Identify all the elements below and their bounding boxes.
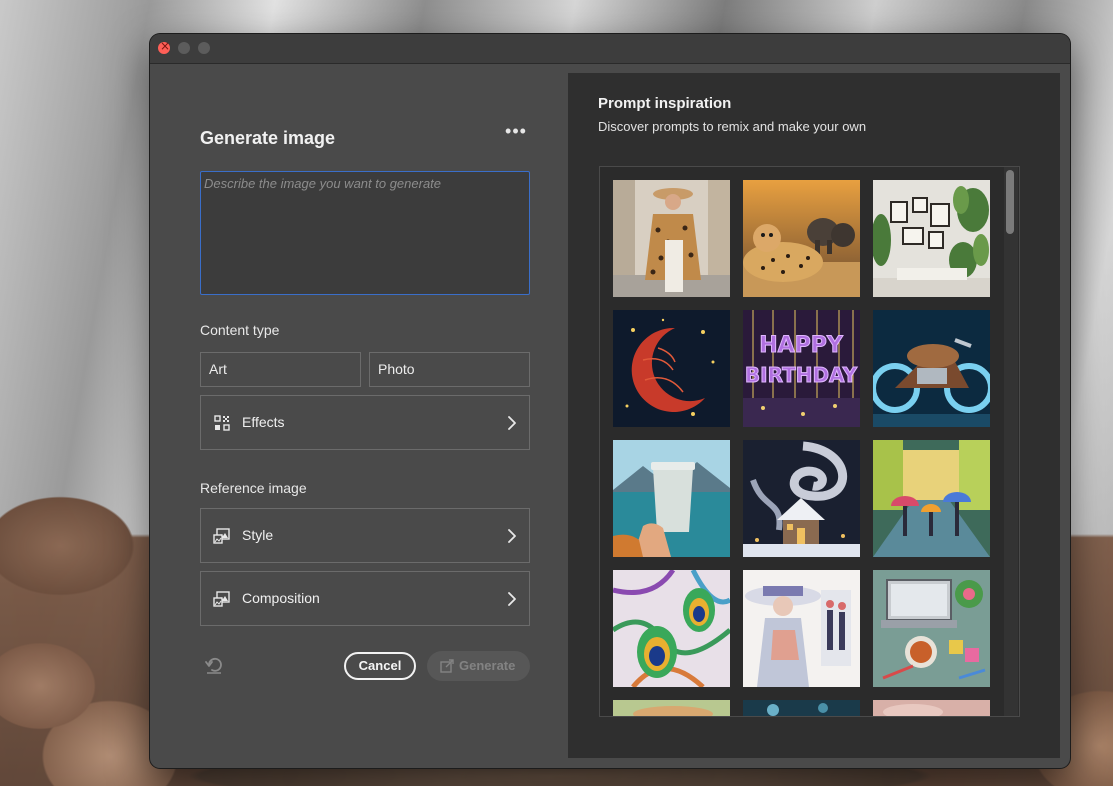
generate-icon (440, 659, 454, 673)
composition-label: Composition (242, 590, 320, 606)
close-window-button[interactable] (158, 39, 170, 54)
cancel-button[interactable]: Cancel (344, 652, 416, 680)
svg-text:BIRTHDAY: BIRTHDAY (745, 363, 858, 387)
effects-icon (214, 415, 230, 431)
thumbnail-happy-birthday-balloons[interactable]: HAPPY BIRTHDAY (743, 310, 860, 427)
prompt-input[interactable] (200, 171, 530, 295)
thumbnail-cheetah-elephants[interactable] (743, 180, 860, 297)
image-reference-icon (213, 528, 230, 544)
thumbnail-partial-row-3[interactable] (873, 700, 990, 716)
image-reference-icon (213, 591, 230, 607)
thumbnail-coffee-cup-lake[interactable] (613, 440, 730, 557)
chevron-right-icon (508, 416, 516, 430)
thumbnail-rainy-street-umbrellas[interactable] (873, 440, 990, 557)
generate-button[interactable]: Generate (427, 651, 530, 681)
more-options-button[interactable]: ••• (505, 122, 527, 146)
prompt-inspiration-panel: Prompt inspiration Discover prompts to r… (568, 73, 1060, 758)
content-type-photo-option[interactable]: Photo (369, 352, 530, 387)
generate-label: Generate (459, 658, 516, 673)
style-label: Style (242, 527, 274, 543)
chevron-right-icon (508, 529, 516, 543)
panel-title: Generate image (200, 128, 336, 148)
thumbnail-neon-motorcycle[interactable] (873, 310, 990, 427)
style-reference-button[interactable]: Style (200, 508, 530, 563)
thumbnail-gallery-wall-plants[interactable] (873, 180, 990, 297)
maximize-window-button[interactable] (198, 42, 210, 54)
thumbnail-watercolor-fashion[interactable] (743, 570, 860, 687)
generate-panel: Generate image ••• Content type Art Phot… (150, 64, 568, 768)
thumbnail-snowy-cottage-swirl[interactable] (743, 440, 860, 557)
minimize-window-button[interactable] (178, 42, 190, 54)
inspiration-title: Prompt inspiration (598, 95, 732, 112)
thumbnail-peacock-feathers[interactable] (613, 570, 730, 687)
gallery-scroll-thumb[interactable] (1006, 170, 1014, 234)
thumbnail-laptop-desk-tea[interactable] (873, 570, 990, 687)
composition-reference-button[interactable]: Composition (200, 571, 530, 626)
title-bar (150, 34, 1070, 64)
reset-icon[interactable] (204, 656, 224, 676)
reference-image-label: Reference image (200, 480, 307, 496)
thumbnail-partial-row-2[interactable] (743, 700, 860, 716)
gallery-scrollbar[interactable] (1004, 167, 1018, 716)
inspiration-gallery: HAPPY BIRTHDAY (599, 166, 1020, 717)
effects-label: Effects (242, 414, 285, 430)
svg-text:HAPPY: HAPPY (759, 333, 844, 358)
content-type-art-option[interactable]: Art (200, 352, 361, 387)
thumbnail-partial-row-1[interactable] (613, 700, 730, 716)
generate-image-window: Generate image ••• Content type Art Phot… (150, 34, 1070, 768)
effects-button[interactable]: Effects (200, 395, 530, 450)
thumbnail-red-yarn-moon[interactable] (613, 310, 730, 427)
content-type-label: Content type (200, 322, 280, 338)
chevron-right-icon (508, 592, 516, 606)
thumbnail-woman-leopard-coat[interactable] (613, 180, 730, 297)
inspiration-subtitle: Discover prompts to remix and make your … (598, 119, 867, 134)
